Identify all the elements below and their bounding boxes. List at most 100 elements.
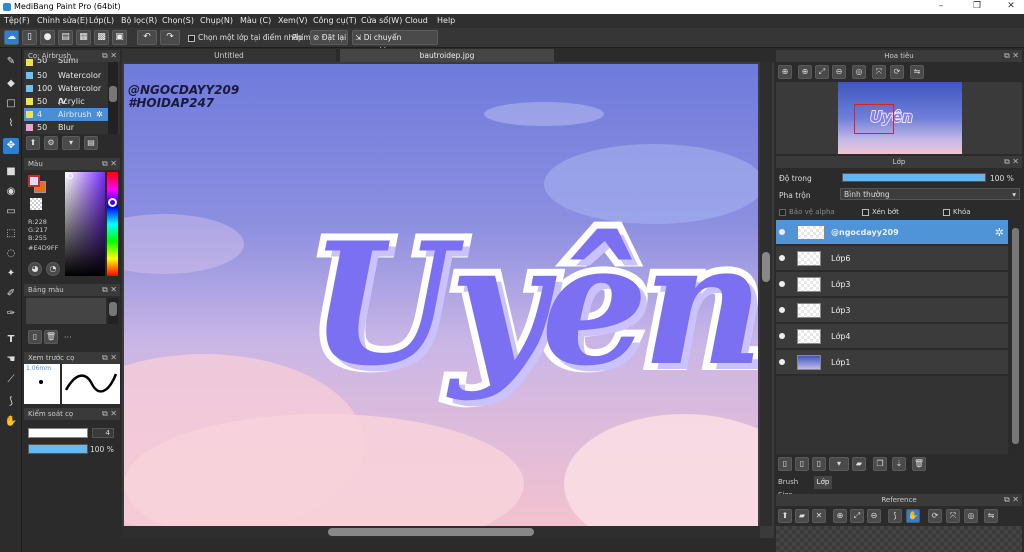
add-brush-icon[interactable]: ⬆ bbox=[26, 136, 40, 150]
brush-item[interactable]: 100 Watercolor (V bbox=[24, 82, 108, 106]
menu-edit[interactable]: Chỉnh sửa(E) bbox=[37, 16, 88, 25]
select-one-layer-checkbox[interactable] bbox=[188, 34, 195, 42]
blend-mode-select[interactable]: Bình thường ▾ bbox=[840, 188, 1020, 200]
tab-untitled[interactable]: Untitled bbox=[122, 49, 336, 62]
eraser-tool-icon[interactable]: ◆ bbox=[3, 76, 19, 92]
reference-upload-icon[interactable]: ⬆ bbox=[778, 509, 792, 523]
redo-icon[interactable]: ↷ bbox=[160, 30, 180, 45]
lasso-tool-icon[interactable]: ◌ bbox=[3, 246, 19, 262]
brush-size-slider[interactable] bbox=[28, 428, 88, 438]
layer-visibility-icon[interactable] bbox=[779, 281, 785, 287]
panel-close-icon[interactable]: ⧉ ✕ bbox=[1004, 156, 1019, 168]
protect-alpha-option[interactable]: Bảo vệ alpha bbox=[779, 208, 835, 216]
fit-icon[interactable]: ⤢ bbox=[850, 509, 864, 523]
delete-layer-icon[interactable]: 🗑 bbox=[912, 457, 926, 471]
menu-layer[interactable]: Lớp(L) bbox=[89, 16, 114, 25]
reference-preview-area[interactable] bbox=[776, 526, 1022, 552]
zoom-in-icon[interactable]: ⊕ bbox=[798, 65, 812, 79]
actual-size-icon[interactable]: ◎ bbox=[852, 65, 866, 79]
fullscreen-icon[interactable]: ⤧ bbox=[872, 65, 886, 79]
merge-down-icon[interactable]: ⇣ bbox=[892, 457, 906, 471]
menu-file[interactable]: Tệp(F) bbox=[4, 16, 30, 25]
new-layer-icon[interactable]: ▯ bbox=[812, 457, 826, 471]
scroll-thumb[interactable] bbox=[109, 86, 117, 102]
color-picker-cursor[interactable] bbox=[67, 173, 73, 179]
new-icon[interactable]: ▯ bbox=[22, 30, 37, 45]
hue-slider-handle[interactable] bbox=[108, 198, 117, 207]
move-tool-icon[interactable]: ✥ bbox=[3, 138, 19, 154]
select-pen-tool-icon[interactable]: ✐ bbox=[3, 286, 19, 302]
zoom-in-icon[interactable]: ⊕ bbox=[778, 65, 792, 79]
brush-menu-icon[interactable]: ▾ bbox=[62, 136, 80, 150]
move-horizontal-vertical-button[interactable]: ⇲ Di chuyển ngang/dọc bbox=[352, 30, 438, 55]
fullscreen-icon[interactable]: ⤧ bbox=[946, 509, 960, 523]
menu-view[interactable]: Xem(V) bbox=[278, 16, 308, 25]
canvas-area[interactable]: @NGOCDAYY209 #HOIDAP247 Uyên bbox=[122, 62, 774, 538]
layer-visibility-icon[interactable] bbox=[779, 333, 785, 339]
layer-row[interactable]: Lớp3 bbox=[776, 298, 1008, 323]
panel-close-icon[interactable]: ⧉ ✕ bbox=[102, 408, 117, 420]
dot-tool-icon[interactable]: □ bbox=[3, 96, 19, 112]
layer-row[interactable]: Lớp4 bbox=[776, 324, 1008, 349]
zoom-out-icon[interactable]: ⊖ bbox=[832, 65, 846, 79]
tab-layer[interactable]: Lớp bbox=[814, 476, 832, 489]
scroll-thumb[interactable] bbox=[1012, 228, 1019, 444]
duplicate-layer-icon[interactable]: ❐ bbox=[873, 457, 887, 471]
menu-color[interactable]: Màu (C) bbox=[240, 16, 271, 25]
zoom-out-icon[interactable]: ⊖ bbox=[867, 509, 881, 523]
tab-bautroidep[interactable]: bautroidep.jpg bbox=[340, 49, 554, 62]
menu-cloud[interactable]: Cloud bbox=[405, 16, 428, 25]
operation-tool-icon[interactable]: ☚ bbox=[3, 352, 19, 368]
actual-size-icon[interactable]: ◎ bbox=[964, 509, 978, 523]
panel-close-icon[interactable]: ⧉ ✕ bbox=[102, 158, 117, 170]
fill-tool-icon[interactable]: ◉ bbox=[3, 184, 19, 200]
menu-help[interactable]: Help bbox=[437, 16, 455, 25]
text-tool-icon[interactable]: T bbox=[3, 332, 19, 348]
panel-close-icon[interactable]: ⧉ ✕ bbox=[1004, 50, 1019, 62]
scroll-thumb[interactable] bbox=[762, 252, 770, 282]
clipping-option[interactable]: Xén bớt bbox=[862, 208, 899, 216]
layer-opacity-slider[interactable] bbox=[842, 173, 986, 182]
navigator-preview-area[interactable]: Uyên bbox=[776, 82, 1022, 154]
hand-tool-icon[interactable]: ✋ bbox=[3, 414, 19, 430]
brush-tool-icon[interactable]: ⌇ bbox=[3, 116, 19, 132]
palette-area[interactable] bbox=[26, 298, 106, 324]
layer-visibility-icon[interactable] bbox=[779, 255, 785, 261]
layer-row[interactable]: Lớp3 bbox=[776, 272, 1008, 297]
new-layer-menu-icon[interactable]: ▾ bbox=[829, 457, 849, 471]
saturation-value-picker[interactable] bbox=[65, 172, 105, 276]
menu-window[interactable]: Cửa sổ(W) bbox=[361, 16, 402, 25]
transparent-color-swatch[interactable] bbox=[30, 198, 42, 210]
rotate-icon[interactable]: ⟳ bbox=[928, 509, 942, 523]
menu-tools[interactable]: Công cụ(T) bbox=[313, 16, 357, 25]
scroll-thumb[interactable] bbox=[328, 528, 534, 536]
comment-icon[interactable]: ● bbox=[40, 30, 55, 45]
tab-brush-size[interactable]: Brush Size bbox=[776, 476, 814, 499]
flip-icon[interactable]: ⇋ bbox=[984, 509, 998, 523]
minimize-icon[interactable]: – bbox=[934, 1, 948, 11]
brush-options-icon[interactable]: ⚙ bbox=[44, 136, 58, 150]
undo-icon[interactable]: ↶ bbox=[137, 30, 157, 45]
protect-alpha-checkbox[interactable] bbox=[779, 208, 786, 216]
clipping-checkbox[interactable] bbox=[862, 208, 869, 216]
close-icon[interactable]: ✕ bbox=[1004, 1, 1018, 11]
navigator-thumbnail[interactable]: Uyên bbox=[838, 82, 962, 154]
canvas-vertical-scrollbar[interactable] bbox=[760, 62, 772, 526]
color-wheel-icon[interactable]: ◕ bbox=[28, 262, 42, 276]
hand-icon[interactable]: ✋ bbox=[906, 509, 920, 523]
select-one-layer-option[interactable]: Chọn một lớp tại điểm nhấp bbox=[188, 33, 303, 42]
new-layer-icon[interactable]: ▯ bbox=[795, 457, 809, 471]
navigator-viewport-rect[interactable] bbox=[854, 104, 894, 134]
layer-row[interactable]: Lớp6 bbox=[776, 246, 1008, 271]
pen-tool-icon[interactable]: ✎ bbox=[3, 54, 19, 70]
grid-icon[interactable]: ▩ bbox=[94, 30, 109, 45]
brush-item[interactable]: 50 Acrylic bbox=[24, 95, 108, 108]
folder-icon[interactable]: ▰ bbox=[852, 457, 866, 471]
palette-add-icon[interactable]: ▯ bbox=[28, 330, 42, 344]
restore-icon[interactable]: ❐ bbox=[970, 1, 984, 11]
fit-icon[interactable]: ⤢ bbox=[815, 65, 829, 79]
panel-close-icon[interactable]: ⧉ ✕ bbox=[102, 284, 117, 296]
canvas-horizontal-scrollbar[interactable] bbox=[122, 526, 760, 538]
canvas-image[interactable]: @NGOCDAYY209 #HOIDAP247 Uyên bbox=[124, 64, 758, 526]
palette-delete-icon[interactable]: 🗑 bbox=[44, 330, 58, 344]
